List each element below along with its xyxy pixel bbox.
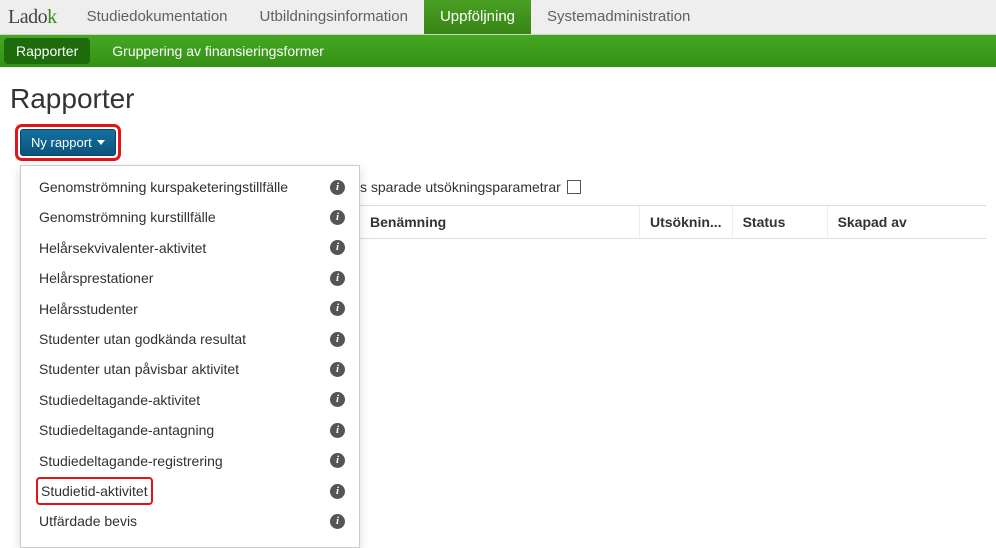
sub-navbar: Rapporter Gruppering av finansieringsfor… (0, 35, 996, 67)
dropdown-item[interactable]: Studiedeltagande-aktivitet i (21, 385, 359, 415)
dropdown-item-label: Studiedeltagande-registrering (39, 450, 223, 472)
dropdown-item-label: Studiedeltagande-aktivitet (39, 389, 200, 411)
logo: Ladok (0, 0, 71, 34)
info-icon[interactable]: i (330, 362, 345, 377)
chevron-down-icon (97, 140, 105, 145)
dropdown-item[interactable]: Helårsstudenter i (21, 294, 359, 324)
info-icon[interactable]: i (330, 332, 345, 347)
dropdown-item-label: Studenter utan godkända resultat (39, 328, 246, 350)
dropdown-item-label: Genomströmning kurstillfälle (39, 206, 216, 228)
nav-systemadministration[interactable]: Systemadministration (531, 0, 706, 34)
report-list-area: s sparade utsökningsparametrar Benämning… (360, 179, 986, 239)
logo-text: Lado (8, 6, 47, 28)
subnav-gruppering[interactable]: Gruppering av finansieringsformer (100, 37, 336, 65)
th-status[interactable]: Status (733, 206, 828, 238)
dropdown-item[interactable]: Genomströmning kurstillfälle i (21, 202, 359, 232)
new-report-button-label: Ny rapport (31, 135, 92, 150)
dropdown-item-label: Studietid-aktivitet (39, 480, 150, 502)
new-report-dropdown: Genomströmning kurspaketeringstillfälle … (20, 165, 360, 548)
dropdown-item-studietid-aktivitet[interactable]: Studietid-aktivitet i (21, 476, 359, 506)
info-icon[interactable]: i (330, 180, 345, 195)
info-icon[interactable]: i (330, 392, 345, 407)
saved-params-checkbox[interactable] (567, 180, 581, 194)
filter-row: s sparade utsökningsparametrar (360, 179, 986, 205)
dropdown-item[interactable]: Studiedeltagande-registrering i (21, 446, 359, 476)
filter-label: s sparade utsökningsparametrar (360, 179, 561, 195)
logo-accent: k (47, 6, 57, 28)
nav-studiedokumentation[interactable]: Studiedokumentation (71, 0, 244, 34)
dropdown-item-label: Genomströmning kurspaketeringstillfälle (39, 176, 288, 198)
nav-uppfoljning[interactable]: Uppföljning (424, 0, 531, 34)
dropdown-item-label: Helårsstudenter (39, 298, 138, 320)
top-navbar: Ladok Studiedokumentation Utbildningsinf… (0, 0, 996, 35)
info-icon[interactable]: i (330, 484, 345, 499)
dropdown-item-label: Helårsekvivalenter-aktivitet (39, 237, 206, 259)
dropdown-item[interactable]: Utfärdade bevis i (21, 506, 359, 536)
new-report-button[interactable]: Ny rapport (20, 129, 116, 156)
dropdown-item[interactable]: Genomströmning kurspaketeringstillfälle … (21, 172, 359, 202)
subnav-rapporter[interactable]: Rapporter (4, 38, 90, 64)
info-icon[interactable]: i (330, 423, 345, 438)
dropdown-item-label: Helårsprestationer (39, 267, 153, 289)
info-icon[interactable]: i (330, 271, 345, 286)
table-header: Benämning Utsöknin... Status Skapad av (360, 205, 986, 239)
th-benamning[interactable]: Benämning (360, 206, 640, 238)
info-icon[interactable]: i (330, 514, 345, 529)
th-skapad-av[interactable]: Skapad av (828, 206, 986, 238)
dropdown-item[interactable]: Helårsprestationer i (21, 263, 359, 293)
th-utsokning[interactable]: Utsöknin... (640, 206, 733, 238)
info-icon[interactable]: i (330, 453, 345, 468)
dropdown-item[interactable]: Studenter utan påvisbar aktivitet i (21, 354, 359, 384)
info-icon[interactable]: i (330, 240, 345, 255)
dropdown-item-label: Utfärdade bevis (39, 510, 137, 532)
dropdown-item-label: Studenter utan påvisbar aktivitet (39, 358, 239, 380)
page-title: Rapporter (0, 67, 996, 129)
dropdown-item[interactable]: Helårsekvivalenter-aktivitet i (21, 233, 359, 263)
dropdown-item-label: Studiedeltagande-antagning (39, 419, 214, 441)
dropdown-item[interactable]: Studiedeltagande-antagning i (21, 415, 359, 445)
nav-utbildningsinformation[interactable]: Utbildningsinformation (244, 0, 424, 34)
content-area: Ny rapport Genomströmning kurspaketering… (0, 129, 996, 156)
dropdown-item[interactable]: Studenter utan godkända resultat i (21, 324, 359, 354)
info-icon[interactable]: i (330, 301, 345, 316)
info-icon[interactable]: i (330, 210, 345, 225)
